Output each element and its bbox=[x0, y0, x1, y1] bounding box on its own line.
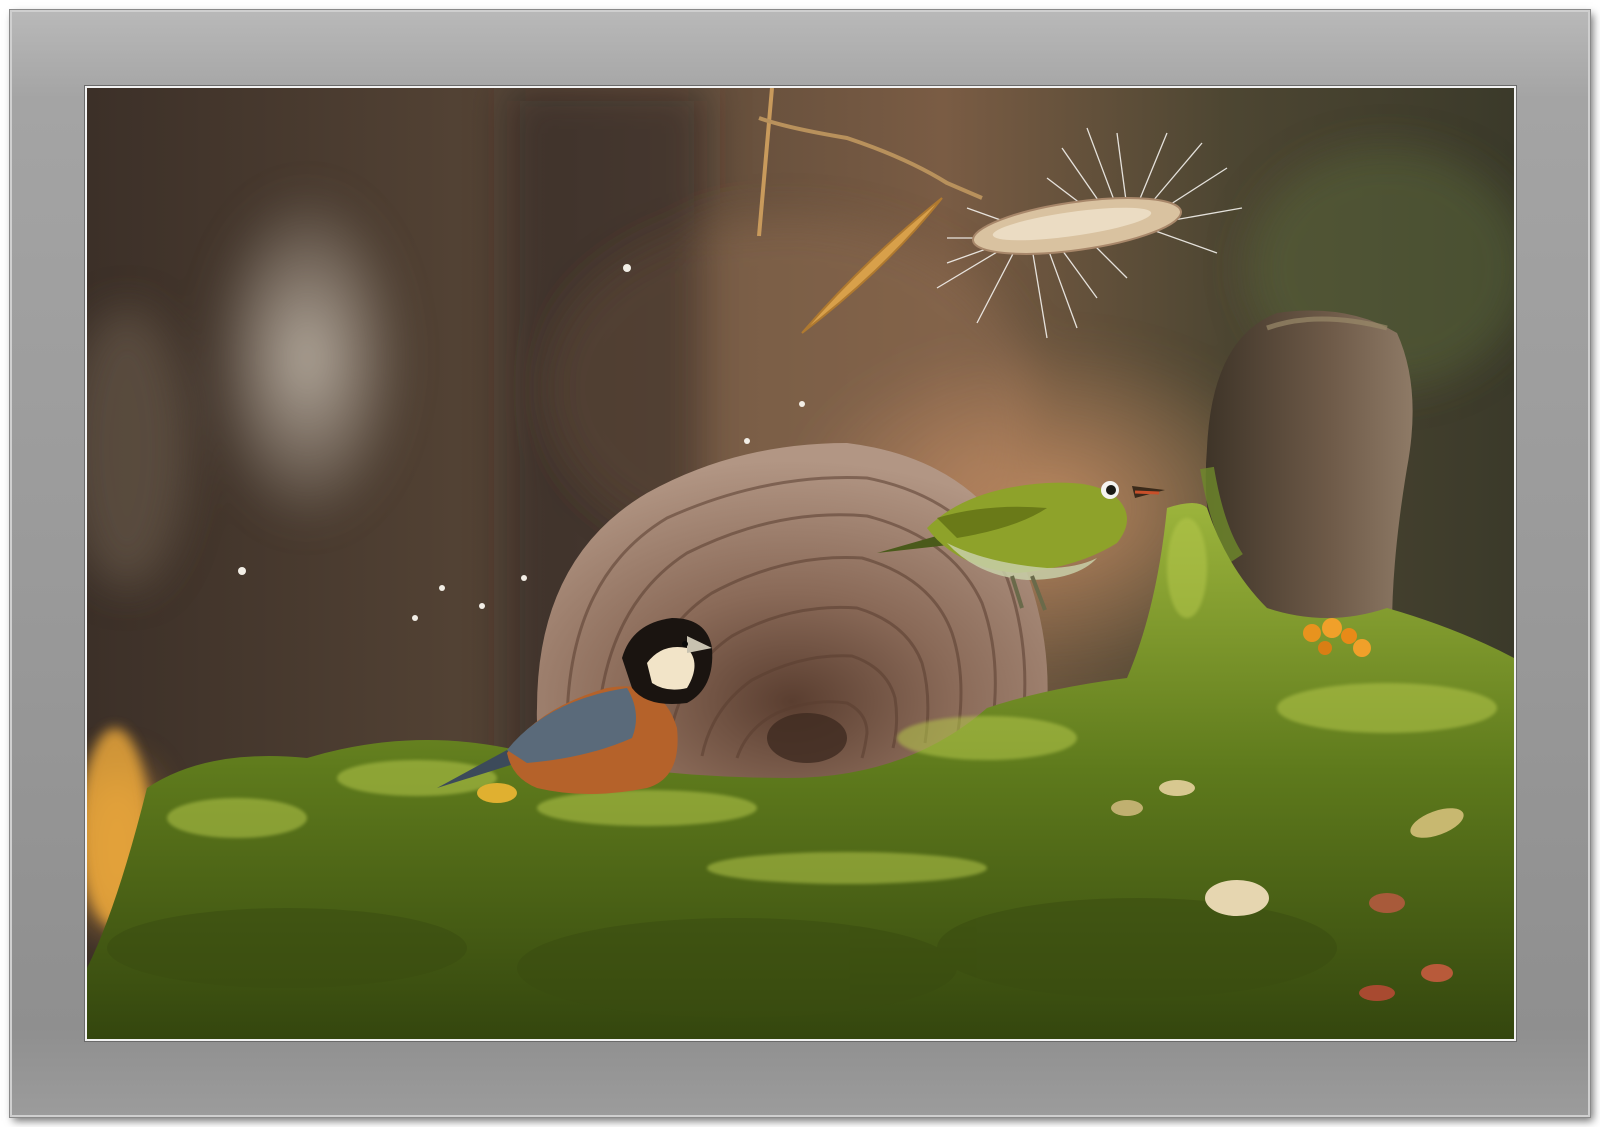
photo-illustration bbox=[87, 88, 1514, 1039]
picture-frame bbox=[0, 0, 1600, 1127]
photo bbox=[87, 88, 1514, 1039]
